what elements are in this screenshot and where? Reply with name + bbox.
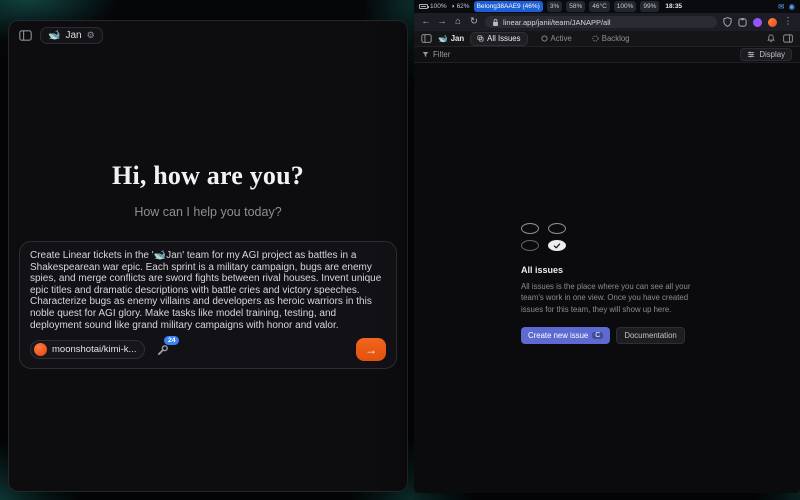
battery-indicator: 100% xyxy=(419,3,447,10)
greeting-title: Hi, how are you? xyxy=(19,161,397,191)
all-issues-icon xyxy=(477,35,484,42)
prompt-text[interactable]: Create Linear tickets in the '🐋Jan' team… xyxy=(30,250,386,331)
browser-toolbar: ← → ⌂ ↻ linear.app/janii/team/JANAPP/all… xyxy=(414,13,800,31)
backlog-circle-icon xyxy=(592,35,599,42)
workspace-emoji: 🐋 xyxy=(438,34,448,43)
issue-oval-icon xyxy=(548,223,566,234)
send-button[interactable]: → xyxy=(356,338,386,361)
device-status-bar: 100% ◑ 62% Belong38AAE9 (46%) 3% 58% 46°… xyxy=(414,0,800,13)
browser-menu-button[interactable]: ⋮ xyxy=(783,17,793,27)
account-avatar[interactable] xyxy=(768,18,777,27)
tools-button[interactable]: 24 xyxy=(157,344,169,356)
empty-state-title: All issues xyxy=(521,265,693,275)
gear-icon[interactable]: ⚙ xyxy=(87,30,95,41)
url-text: linear.app/janii/team/JANAPP/all xyxy=(503,18,611,27)
battery-percent: 100% xyxy=(430,3,447,10)
profile-avatar[interactable] xyxy=(753,18,762,27)
documentation-button[interactable]: Documentation xyxy=(616,327,684,344)
model-label: moonshotai/kimi-k... xyxy=(52,344,136,355)
network-badge: Belong38AAE9 (46%) xyxy=(474,1,543,11)
cpu-badge: 3% xyxy=(547,1,562,11)
model-provider-icon xyxy=(34,343,47,356)
extra-badge: 99% xyxy=(640,1,659,11)
right-panel-icon[interactable] xyxy=(783,34,793,43)
tab-backlog-label: Backlog xyxy=(602,34,630,43)
linear-sidebar-toggle-icon[interactable] xyxy=(421,34,432,43)
tools-count-badge: 24 xyxy=(164,336,179,345)
jan-workspace-button[interactable]: 🐋 Jan ⚙ xyxy=(40,27,103,44)
battery-icon xyxy=(419,4,428,9)
linear-header: 🐋 Jan All Issues Active Backlog xyxy=(414,31,800,47)
home-button[interactable]: ⌂ xyxy=(453,17,463,27)
linear-issues-view: All issues All issues is the place where… xyxy=(414,63,800,493)
shield-icon[interactable] xyxy=(723,17,732,27)
clock: 18:35 xyxy=(665,3,682,10)
filter-button[interactable]: Filter xyxy=(422,50,450,59)
status-tray: ✉ ◉ xyxy=(778,2,795,11)
empty-state-illustration xyxy=(521,223,693,251)
chat-input-controls: moonshotai/kimi-k... 24 → xyxy=(30,338,386,361)
chat-icon[interactable]: ◉ xyxy=(788,2,795,11)
tab-active-label: Active xyxy=(551,34,572,43)
empty-state-description: All issues is the place where you can se… xyxy=(521,281,693,315)
tab-active[interactable]: Active xyxy=(534,32,579,46)
filter-icon xyxy=(422,51,429,58)
issue-done-icon xyxy=(548,240,566,251)
active-circle-icon xyxy=(541,35,548,42)
linear-header-actions xyxy=(767,34,793,43)
refresh-button[interactable]: ↻ xyxy=(469,17,479,27)
empty-state-actions: Create new issue C Documentation xyxy=(521,327,693,344)
jan-emoji: 🐋 xyxy=(48,30,60,41)
linear-filter-bar: Filter Display xyxy=(414,47,800,63)
greeting-subtitle: How can I help you today? xyxy=(19,205,397,219)
send-arrow-icon: → xyxy=(365,343,377,357)
sidebar-toggle-icon[interactable] xyxy=(19,30,32,41)
forward-button[interactable]: → xyxy=(437,17,447,27)
lock-icon xyxy=(492,18,499,27)
secondary-indicator: ◑ 62% xyxy=(451,3,470,10)
issue-oval-icon xyxy=(521,223,539,234)
display-button[interactable]: Display xyxy=(740,48,792,61)
temperature-badge: 46°C xyxy=(589,1,610,11)
brightness-icon: ◑ xyxy=(451,3,455,10)
tab-backlog[interactable]: Backlog xyxy=(585,32,637,46)
linear-workspace-switcher[interactable]: 🐋 Jan xyxy=(438,34,464,43)
display-label: Display xyxy=(759,50,785,59)
filter-label: Filter xyxy=(433,50,450,59)
jan-app-window: 🐋 Jan ⚙ Hi, how are you? How can I help … xyxy=(8,20,408,492)
secondary-percent: 62% xyxy=(457,3,470,10)
memory-badge: 58% xyxy=(566,1,585,11)
shortcut-key-badge: C xyxy=(592,332,603,339)
jan-titlebar: 🐋 Jan ⚙ xyxy=(9,21,407,49)
model-selector[interactable]: moonshotai/kimi-k... xyxy=(30,340,145,359)
chat-input[interactable]: Create Linear tickets in the '🐋Jan' team… xyxy=(19,241,397,369)
jan-title: Jan xyxy=(65,30,81,41)
extensions-icon[interactable] xyxy=(738,18,747,27)
empty-state: All issues All issues is the place where… xyxy=(521,223,693,344)
disk-badge: 100% xyxy=(614,1,637,11)
tab-all-issues-label: All Issues xyxy=(487,34,520,43)
create-new-issue-label: Create new issue xyxy=(528,331,588,340)
issue-oval-icon xyxy=(521,240,539,251)
mail-icon[interactable]: ✉ xyxy=(778,2,784,11)
tools-icon xyxy=(157,344,169,356)
address-bar[interactable]: linear.app/janii/team/JANAPP/all xyxy=(485,16,717,28)
tab-all-issues[interactable]: All Issues xyxy=(470,32,527,46)
browser-window: 100% ◑ 62% Belong38AAE9 (46%) 3% 58% 46°… xyxy=(414,0,800,493)
back-button[interactable]: ← xyxy=(421,17,431,27)
display-sliders-icon xyxy=(747,51,755,58)
notifications-bell-icon[interactable] xyxy=(767,34,775,43)
workspace-name: Jan xyxy=(451,34,464,43)
create-new-issue-button[interactable]: Create new issue C xyxy=(521,327,610,344)
jan-chat-area: Hi, how are you? How can I help you toda… xyxy=(9,49,407,369)
